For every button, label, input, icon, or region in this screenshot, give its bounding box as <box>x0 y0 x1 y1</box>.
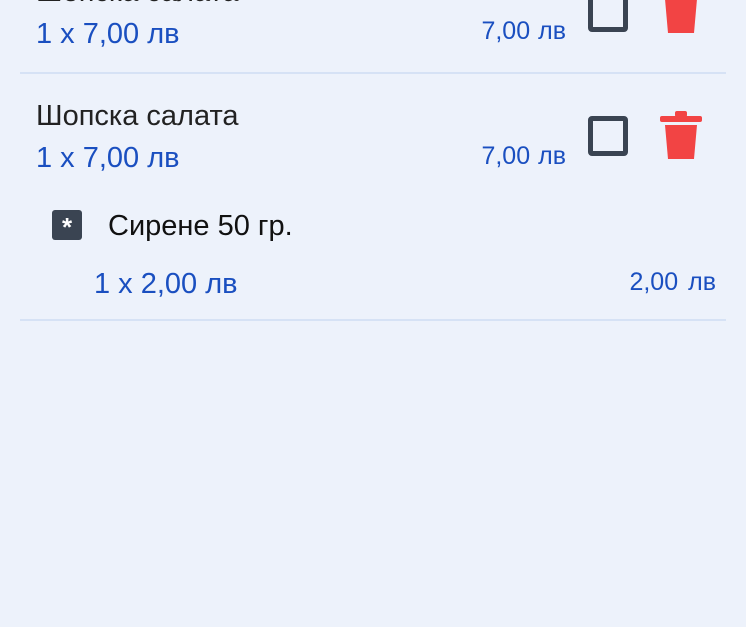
currency-label: лв <box>538 142 566 170</box>
modifier-total: 2,00 лв <box>629 268 716 297</box>
modifier-quantity: 1 x 2,00 лв <box>94 268 238 301</box>
currency-label: лв <box>688 268 716 296</box>
item-checkbox[interactable] <box>588 116 628 156</box>
modifier-total-value: 2,00 <box>629 268 679 296</box>
order-item[interactable]: Шопска салата 1 x 7,00 лв 7,00 лв * Сирене… <box>0 74 746 322</box>
modifier-name: Сирене 50 гр. <box>108 210 293 242</box>
item-quantity: 1 x 7,00 лв <box>36 142 180 175</box>
currency-label: лв <box>538 17 566 45</box>
item-quantity-value: 1 x 7,00 <box>36 18 140 50</box>
delete-icon[interactable] <box>660 0 702 34</box>
item-name: Шопска салата <box>36 100 239 132</box>
row-divider <box>20 319 726 321</box>
asterisk-icon: * <box>52 210 82 242</box>
item-total: 7,00 лв <box>481 142 566 171</box>
currency-label: лв <box>147 18 180 50</box>
item-total-value: 7,00 <box>481 17 531 45</box>
modifier-quantity-value: 1 x 2,00 <box>94 268 198 300</box>
item-total-value: 7,00 <box>481 142 531 170</box>
order-item[interactable]: Шопска салата 1 x 7,00лв 7,00лв <box>0 0 746 74</box>
item-quantity-value: 1 x 7,00 <box>36 142 140 174</box>
item-checkbox[interactable] <box>588 0 628 32</box>
delete-icon[interactable] <box>660 110 702 160</box>
item-total: 7,00 лв <box>481 17 566 46</box>
currency-label: лв <box>205 268 238 300</box>
currency-label: лв <box>147 142 180 174</box>
item-name: Шопска салата <box>36 0 239 9</box>
item-quantity: 1 x 7,00 лв <box>36 18 180 51</box>
